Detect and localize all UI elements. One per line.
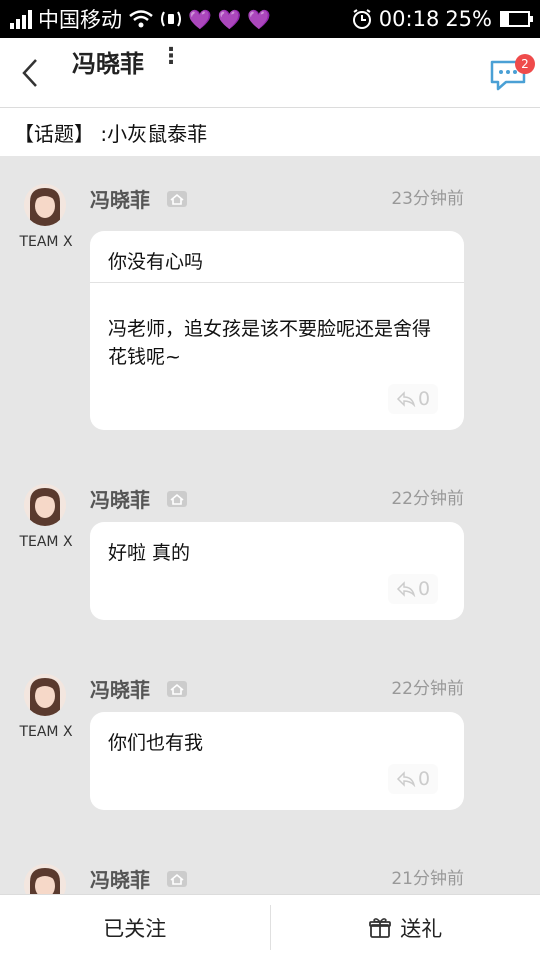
level-icon (167, 491, 187, 507)
gift-label: 送礼 (400, 916, 443, 941)
reply-count: 0 (417, 388, 431, 410)
reply-icon (396, 581, 416, 597)
page-title: 冯晓菲 (72, 50, 144, 78)
more-options-icon[interactable]: ⋮ (160, 44, 182, 69)
unread-badge: 2 (515, 54, 535, 74)
avatar[interactable] (24, 184, 66, 226)
post-body: 你们也有我 (108, 732, 204, 754)
author-name[interactable]: 冯晓菲 (90, 184, 150, 213)
topic-bar: 【话题】 :小灰鼠泰菲 (0, 108, 540, 156)
heart-icon: 💜 (188, 8, 212, 31)
alarm-icon (352, 9, 371, 29)
reply-icon (396, 391, 416, 407)
avatar[interactable] (24, 484, 66, 526)
wifi-icon (129, 10, 153, 28)
post-card[interactable]: 好啦 真的 0 (90, 522, 464, 620)
post-body: 冯老师，追女孩是该不要脸呢还是舍得花钱呢~ (108, 318, 432, 368)
post-body: 好啦 真的 (108, 542, 191, 564)
reply-button[interactable]: 0 (388, 384, 438, 414)
topic-text: 【话题】 :小灰鼠泰菲 (14, 121, 208, 146)
author-name[interactable]: 冯晓菲 (90, 674, 150, 703)
signal-icon (10, 9, 32, 29)
gift-icon (369, 917, 392, 938)
nfc-icon (161, 11, 181, 27)
app-header: 冯晓菲 ⋮ 2 (0, 38, 540, 108)
post-card[interactable]: 你没有心吗 冯老师，追女孩是该不要脸呢还是舍得花钱呢~ 0 (90, 231, 464, 430)
reply-count: 0 (417, 578, 431, 600)
bottom-action-bar: 已关注 送礼 (0, 894, 540, 960)
battery-percent: 25% (445, 7, 492, 31)
reply-icon (396, 771, 416, 787)
heart-icon: 💜 (247, 8, 272, 31)
level-icon (167, 871, 187, 887)
battery-icon (500, 11, 533, 27)
reply-button[interactable]: 0 (388, 574, 438, 604)
avatar[interactable] (24, 674, 66, 716)
heart-icon: 💜 (217, 8, 242, 31)
post-time: 22分钟前 (391, 679, 464, 699)
team-label: TEAM X (19, 724, 73, 740)
author-name[interactable]: 冯晓菲 (90, 484, 150, 513)
post-card[interactable]: 你们也有我 0 (90, 712, 464, 810)
post-time: 23分钟前 (391, 189, 464, 209)
level-icon (167, 191, 187, 207)
post-feed[interactable]: TEAM X 冯晓菲 23分钟前 你没有心吗 冯老师，追女孩是该不要脸呢还是舍得… (0, 156, 540, 894)
team-label: TEAM X (19, 234, 73, 250)
back-button[interactable] (14, 56, 48, 90)
post-title: 你没有心吗 (90, 231, 464, 283)
avatar[interactable] (24, 864, 66, 894)
follow-label: 已关注 (103, 916, 167, 941)
follow-button[interactable]: 已关注 (0, 895, 270, 960)
post-time: 21分钟前 (391, 869, 464, 889)
reply-count: 0 (417, 768, 431, 790)
author-name[interactable]: 冯晓菲 (90, 864, 150, 893)
status-bar: 中国移动 💜 💜 💜 00:18 25% (0, 0, 540, 38)
team-label: TEAM X (19, 534, 73, 550)
reply-button[interactable]: 0 (388, 764, 438, 794)
clock-time: 00:18 (378, 7, 440, 31)
post-time: 22分钟前 (391, 489, 464, 509)
level-icon (167, 681, 187, 697)
gift-button[interactable]: 送礼 (271, 895, 540, 960)
carrier-label: 中国移动 (38, 8, 122, 32)
